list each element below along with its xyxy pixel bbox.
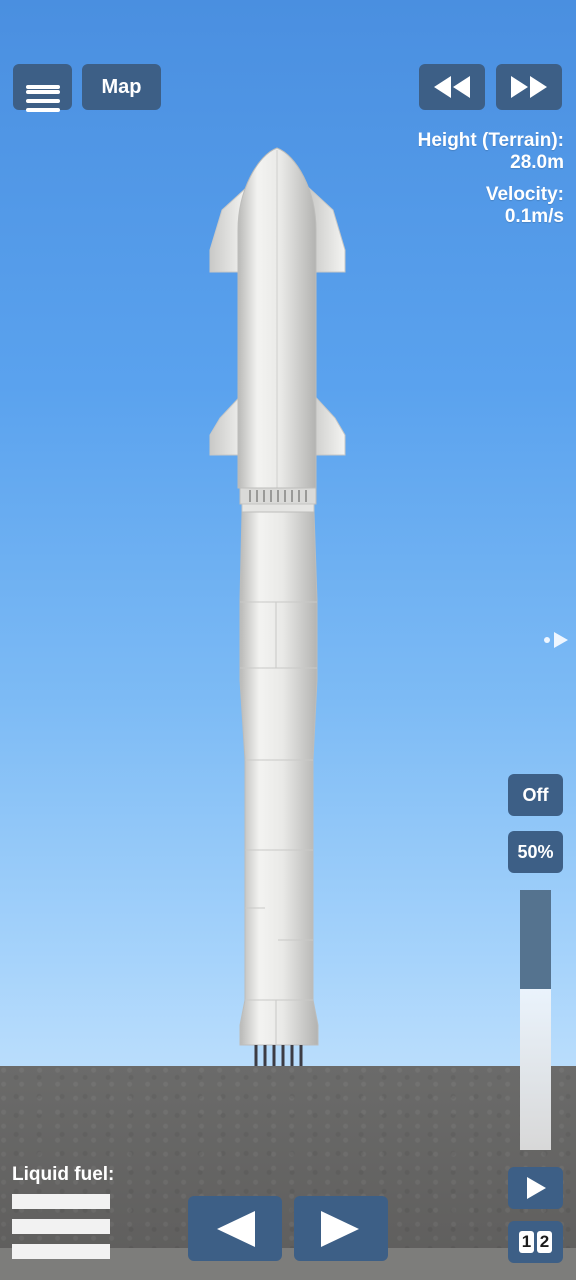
fuel-bar xyxy=(12,1244,110,1259)
triangle-left-icon xyxy=(217,1210,255,1247)
arrow-right-icon[interactable] xyxy=(542,630,570,650)
velocity-label: Velocity: xyxy=(485,184,564,205)
fast-forward-button[interactable] xyxy=(496,64,562,110)
engine-nozzles xyxy=(254,1045,303,1066)
rotate-right-button[interactable] xyxy=(294,1196,388,1261)
hot-stage-ring xyxy=(239,487,317,513)
height-label: Height (Terrain): xyxy=(417,130,564,151)
throttle-percent-label: 50% xyxy=(517,841,554,862)
throttle-slider-empty xyxy=(520,890,551,989)
throttle-slider-fill xyxy=(520,988,551,1150)
velocity-readout: Velocity: 0.1m/s xyxy=(486,184,564,228)
play-icon xyxy=(526,1177,546,1199)
height-readout: Height (Terrain): 28.0m xyxy=(418,130,564,174)
throttle-percent-button[interactable]: 50% xyxy=(508,831,563,873)
menu-button[interactable] xyxy=(13,64,72,112)
throttle-slider[interactable] xyxy=(520,890,551,1150)
stage-selector[interactable]: 1 2 xyxy=(508,1221,563,1263)
velocity-value: 0.1m/s xyxy=(504,206,564,227)
fast-forward-icon xyxy=(511,76,547,98)
stage-number: 2 xyxy=(537,1231,552,1253)
engine-toggle-label: Off xyxy=(522,784,549,805)
fuel-label: Liquid fuel: xyxy=(12,1164,115,1185)
stage-number: 1 xyxy=(519,1231,534,1253)
fuel-bar xyxy=(12,1194,110,1209)
fuel-bar xyxy=(12,1219,110,1234)
rewind-icon xyxy=(434,76,470,98)
rewind-button[interactable] xyxy=(419,64,485,110)
map-button-label: Map xyxy=(101,75,142,98)
booster-body xyxy=(239,511,319,1046)
engine-toggle-button[interactable]: Off xyxy=(508,774,563,816)
height-value: 28.0m xyxy=(510,152,564,173)
rotate-left-button[interactable] xyxy=(188,1196,282,1261)
hamburger-menu-icon xyxy=(25,85,60,112)
activate-stage-button[interactable] xyxy=(508,1167,563,1209)
map-button[interactable]: Map xyxy=(82,64,161,110)
triangle-right-icon xyxy=(321,1210,359,1247)
